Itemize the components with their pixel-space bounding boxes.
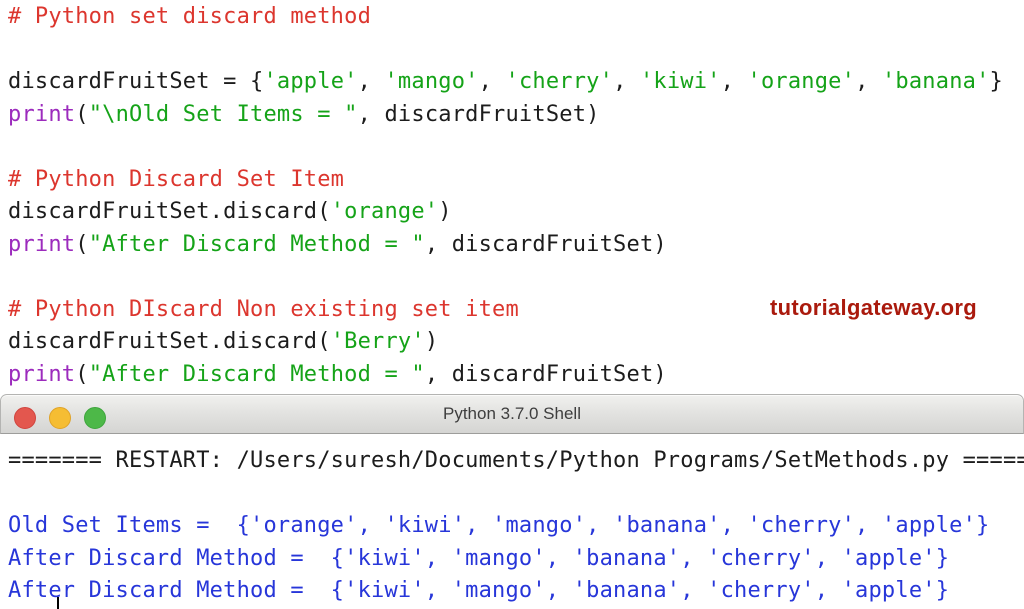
- code-line: discardFruitSet = {'apple', 'mango', 'ch…: [8, 66, 1003, 99]
- code-line: After Discard Method = {'kiwi', 'mango',…: [8, 575, 1024, 608]
- code-line: discardFruitSet.discard('orange'): [8, 196, 1003, 229]
- code-line: [8, 478, 1024, 511]
- code-line: discardFruitSet.discard('Berry'): [8, 326, 1003, 359]
- window-title: Python 3.7.0 Shell: [1, 395, 1023, 433]
- code-line: print("After Discard Method = ", discard…: [8, 359, 1003, 392]
- shell-output-pane[interactable]: ======= RESTART: /Users/suresh/Documents…: [0, 435, 1024, 609]
- code-line: [8, 131, 1003, 164]
- screenshot-root: # Python set discard method discardFruit…: [0, 0, 1024, 609]
- shell-window-titlebar[interactable]: Python 3.7.0 Shell: [0, 394, 1024, 434]
- editor-pane[interactable]: # Python set discard method discardFruit…: [0, 0, 1024, 394]
- code-line: ======= RESTART: /Users/suresh/Documents…: [8, 445, 1024, 478]
- code-line: [8, 261, 1003, 294]
- editor-code: # Python set discard method discardFruit…: [8, 1, 1003, 391]
- code-line: print("\nOld Set Items = ", discardFruit…: [8, 99, 1003, 132]
- code-line: Old Set Items = {'orange', 'kiwi', 'mang…: [8, 510, 1024, 543]
- code-line: # Python set discard method: [8, 1, 1003, 34]
- code-line: [8, 34, 1003, 67]
- shell-output: ======= RESTART: /Users/suresh/Documents…: [8, 445, 1024, 608]
- code-line: After Discard Method = {'kiwi', 'mango',…: [8, 543, 1024, 576]
- code-line: # Python Discard Set Item: [8, 164, 1003, 197]
- watermark-text: tutorialgateway.org: [770, 295, 977, 321]
- text-cursor: [57, 597, 59, 609]
- code-line: print("After Discard Method = ", discard…: [8, 229, 1003, 262]
